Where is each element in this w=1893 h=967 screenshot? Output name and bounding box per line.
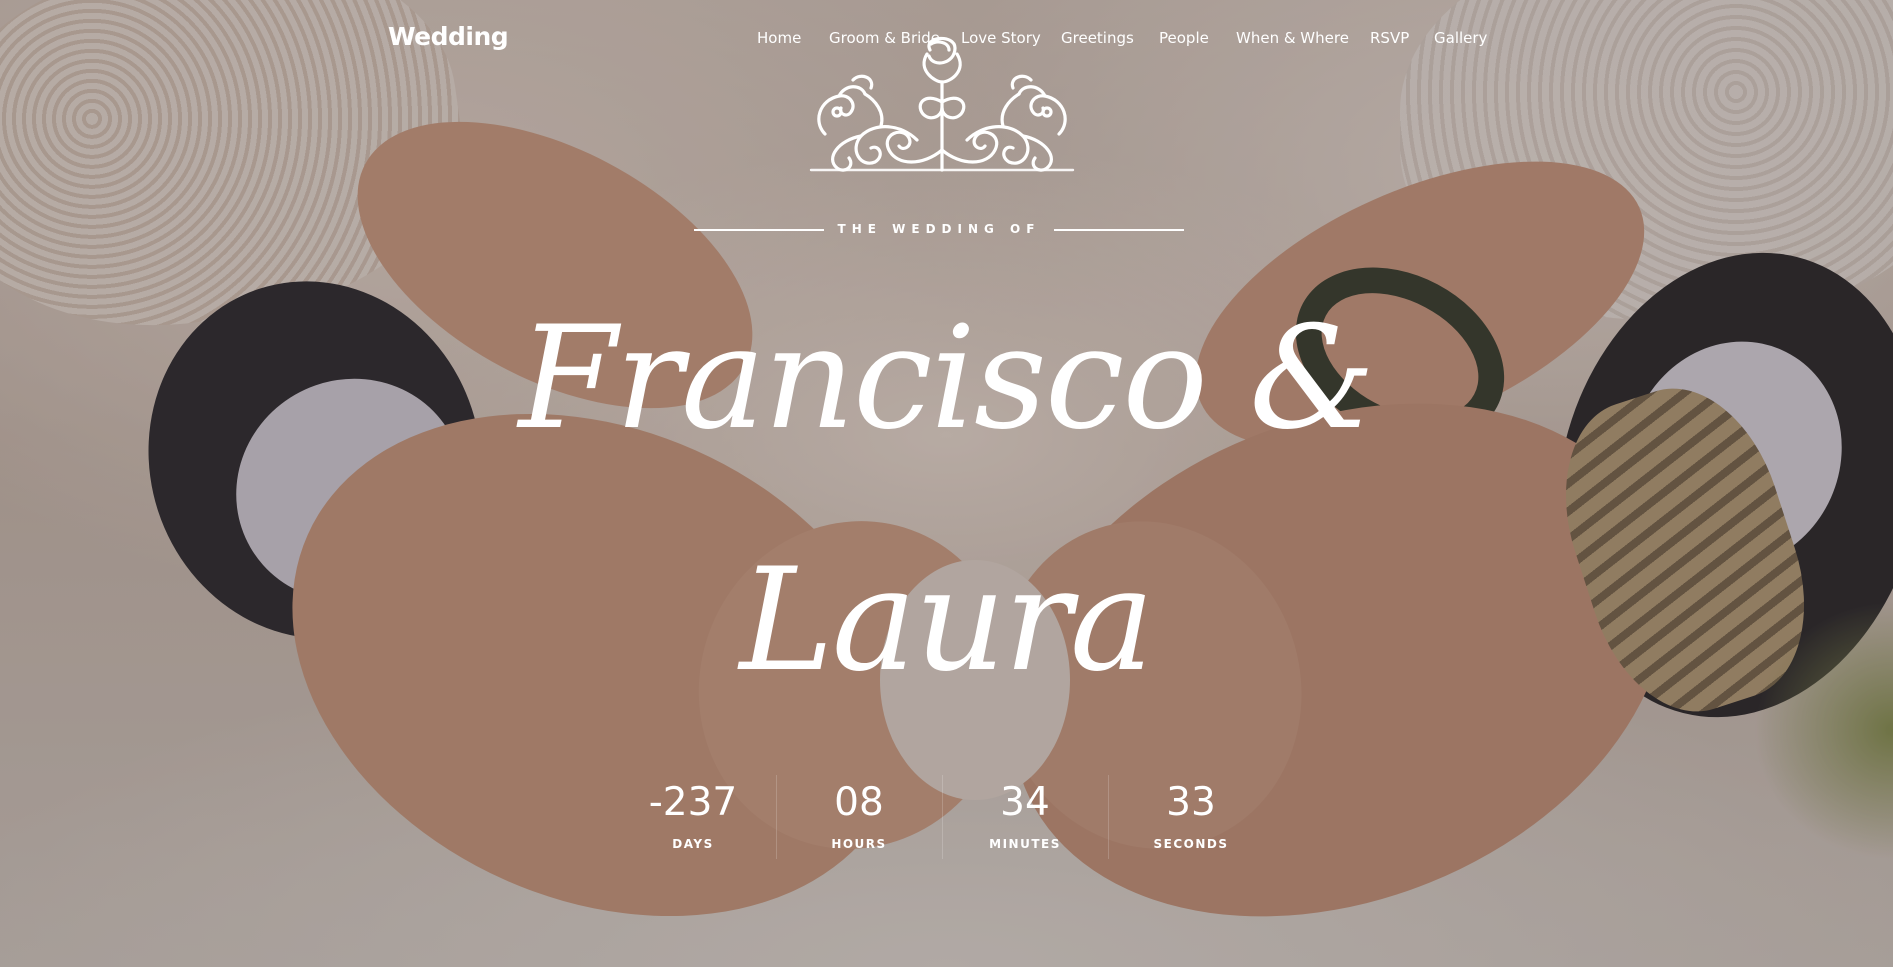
- names-line-2: Laura: [739, 538, 1155, 703]
- countdown-minutes-value: 34: [1000, 780, 1050, 825]
- countdown-seconds-value: 33: [1166, 780, 1216, 825]
- hero-subtitle: THE WEDDING OF: [837, 222, 1041, 236]
- nav-item-gallery[interactable]: Gallery: [1434, 29, 1487, 47]
- nav-item-home[interactable]: Home: [757, 29, 801, 47]
- couple-names: Francisco & Laura: [446, 258, 1446, 742]
- wedding-of-row: THE WEDDING OF: [694, 220, 1184, 240]
- countdown-hours-value: 08: [834, 780, 884, 825]
- countdown-days: -237 DAYS: [610, 775, 776, 865]
- divider-right: [1054, 229, 1184, 231]
- countdown-seconds: 33 SECONDS: [1108, 775, 1274, 865]
- divider-left: [694, 229, 824, 231]
- countdown-seconds-label: SECONDS: [1153, 837, 1229, 851]
- nav-item-rsvp[interactable]: RSVP: [1370, 29, 1409, 47]
- names-line-1: Francisco &: [518, 296, 1376, 461]
- nav-item-people[interactable]: People: [1159, 29, 1209, 47]
- countdown-minutes-label: MINUTES: [989, 837, 1061, 851]
- nav-item-when-where[interactable]: When & Where: [1236, 29, 1349, 47]
- countdown-minutes: 34 MINUTES: [942, 775, 1108, 865]
- countdown-days-value: -237: [648, 780, 738, 825]
- brand-logo[interactable]: Wedding: [388, 22, 509, 51]
- countdown-timer: -237 DAYS 08 HOURS 34 MINUTES 33 SECONDS: [610, 775, 1275, 865]
- countdown-days-label: DAYS: [672, 837, 714, 851]
- countdown-hours-label: HOURS: [831, 837, 887, 851]
- countdown-hours: 08 HOURS: [776, 775, 942, 865]
- floral-flourish-icon: [809, 36, 1075, 172]
